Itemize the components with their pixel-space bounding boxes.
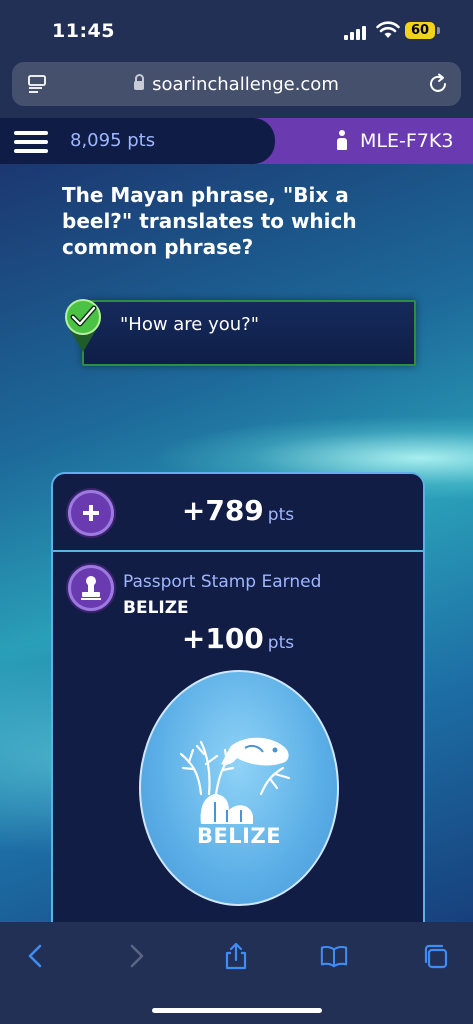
user-id[interactable]: MLE-F7K3	[360, 130, 453, 152]
battery-indicator: 60	[405, 22, 435, 39]
back-icon[interactable]	[22, 942, 50, 970]
selected-answer: "How are you?"	[82, 300, 416, 366]
bonus-points: +789 pts	[53, 494, 423, 527]
menu-icon[interactable]	[14, 131, 48, 153]
user-icon	[336, 130, 348, 152]
bonus-unit: pts	[267, 505, 295, 525]
lock-icon	[134, 74, 145, 90]
bonus-value: +789	[181, 494, 264, 527]
stamp-title: Passport Stamp Earned	[123, 572, 322, 592]
results-panel: +789 pts Passport Stamp Earned BELIZE +10…	[51, 472, 425, 922]
coral-reef-fish-icon	[179, 737, 291, 824]
tabs-icon[interactable]	[422, 942, 450, 970]
battery-cap	[437, 27, 440, 34]
url-text: soarinchallenge.com	[152, 74, 339, 95]
wifi-icon	[376, 21, 400, 38]
points-bar: 8,095 pts	[0, 118, 275, 164]
question-text: The Mayan phrase, "Bix a beel?" translat…	[62, 183, 357, 259]
stamp-points-unit: pts	[267, 633, 295, 653]
url-display[interactable]: soarinchallenge.com	[12, 74, 461, 95]
points-total: 8,095 pts	[70, 130, 156, 151]
forward-icon[interactable]	[122, 942, 150, 970]
bookmarks-icon[interactable]	[320, 942, 348, 970]
stamp-icon	[68, 565, 114, 611]
clock: 11:45	[52, 20, 115, 42]
stamp-points: +100 pts	[53, 622, 423, 655]
status-bar: 11:45 60	[0, 0, 473, 56]
answer-text: "How are you?"	[120, 314, 260, 335]
stamp-badge-label: BELIZE	[196, 824, 282, 848]
passport-stamp-badge: BELIZE	[139, 670, 339, 906]
cellular-signal-icon	[344, 24, 370, 40]
stamp-country: BELIZE	[123, 598, 189, 618]
game-top-bar: 8,095 pts MLE-F7K3	[0, 118, 473, 164]
share-icon[interactable]	[222, 942, 250, 970]
game-view: 8,095 pts MLE-F7K3 The Mayan phrase, "Bi…	[0, 118, 473, 922]
address-bar[interactable]: soarinchallenge.com	[12, 62, 461, 106]
checkmark-icon	[65, 299, 101, 352]
home-indicator	[152, 1008, 322, 1013]
bonus-row: +789 pts	[53, 474, 423, 552]
browser-address-area: soarinchallenge.com	[0, 56, 473, 118]
reload-icon[interactable]	[427, 73, 449, 95]
stamp-points-value: +100	[181, 622, 264, 655]
